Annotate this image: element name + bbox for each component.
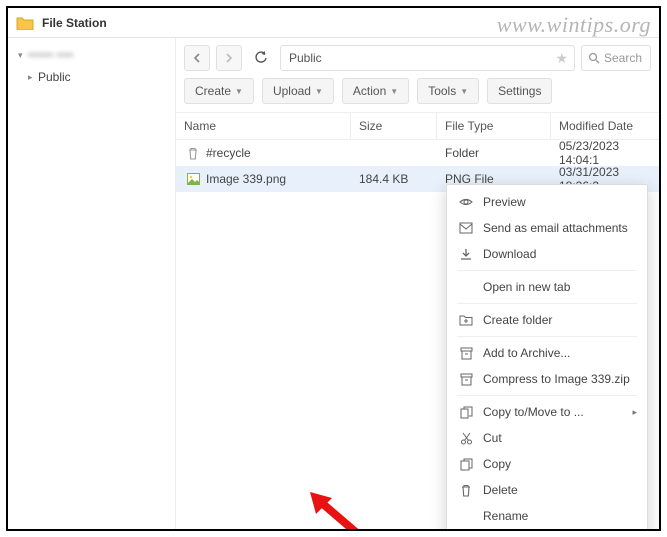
menu-item-label: Compress to Image 339.zip <box>483 372 630 386</box>
forward-button[interactable] <box>216 45 242 71</box>
path-input[interactable]: Public ★ <box>280 45 575 71</box>
menu-item-label: Download <box>483 247 536 261</box>
grid-header: Name Size File Type Modified Date <box>176 112 659 140</box>
search-icon <box>588 52 600 64</box>
menu-item-label: Delete <box>483 483 518 497</box>
cell-name: #recycle <box>206 146 251 160</box>
menu-item-download[interactable]: Download <box>447 241 647 267</box>
search-input[interactable]: Search <box>581 45 651 71</box>
menu-item-cut[interactable]: Cut <box>447 425 647 451</box>
menu-item-label: Add to Archive... <box>483 346 570 360</box>
star-icon[interactable]: ★ <box>555 50 568 67</box>
menu-item-add-to-archive[interactable]: Add to Archive... <box>447 340 647 366</box>
trash-icon <box>186 146 200 160</box>
copy-move-icon <box>459 406 473 419</box>
image-icon <box>186 172 200 186</box>
table-row[interactable]: #recycle Folder 05/23/2023 14:04:1 <box>176 140 659 166</box>
copy-icon <box>459 458 473 471</box>
menu-item-label: Open in new tab <box>483 280 570 294</box>
upload-button[interactable]: Upload▼ <box>262 78 334 104</box>
col-header-name[interactable]: Name <box>176 113 351 139</box>
sidebar-item-public[interactable]: ▸ Public <box>12 66 171 88</box>
menu-item-label: Rename <box>483 509 528 523</box>
context-menu: Preview Send as email attachments Download… <box>446 184 648 531</box>
chevron-down-icon: ▼ <box>315 87 323 96</box>
menu-item-label: Cut <box>483 431 502 445</box>
menu-item-copy-to-move-to[interactable]: Copy to/Move to ... ▸ <box>447 399 647 425</box>
cut-icon <box>459 432 473 445</box>
menu-item-label: Send as email attachments <box>483 221 628 235</box>
folder-icon <box>16 16 34 30</box>
menu-separator <box>457 395 637 396</box>
menu-item-preview[interactable]: Preview <box>447 189 647 215</box>
caret-right-icon: ▸ <box>28 72 38 83</box>
chevron-down-icon: ▼ <box>390 87 398 96</box>
titlebar: File Station <box>8 8 659 38</box>
menu-item-label: Copy <box>483 457 511 471</box>
sidebar-item-root[interactable]: ▾ •••••• •••• <box>12 44 171 66</box>
tools-button[interactable]: Tools▼ <box>417 78 479 104</box>
col-header-size[interactable]: Size <box>351 113 437 139</box>
menu-item-delete[interactable]: Delete <box>447 477 647 503</box>
menu-item-label: Copy to/Move to ... <box>483 405 584 419</box>
back-button[interactable] <box>184 45 210 71</box>
delete-icon <box>459 484 473 497</box>
path-text: Public <box>289 51 322 65</box>
col-header-date[interactable]: Modified Date <box>551 113 659 139</box>
action-button[interactable]: Action▼ <box>342 78 409 104</box>
menu-separator <box>457 270 637 271</box>
chevron-right-icon <box>225 53 233 63</box>
search-placeholder: Search <box>604 51 642 65</box>
menu-separator <box>457 303 637 304</box>
menu-item-open-in-new-tab[interactable]: Open in new tab <box>447 274 647 300</box>
menu-item-compress-to-image-339-zip[interactable]: Compress to Image 339.zip <box>447 366 647 392</box>
create-button[interactable]: Create▼ <box>184 78 254 104</box>
cell-date: 05/23/2023 14:04:1 <box>551 139 659 167</box>
sidebar-item-label: •••••• •••• <box>28 48 73 62</box>
sidebar: ▾ •••••• •••• ▸ Public <box>8 38 176 529</box>
archive-icon <box>459 373 473 386</box>
eye-icon <box>459 195 473 209</box>
folder-plus-icon <box>459 314 473 326</box>
settings-button[interactable]: Settings <box>487 78 552 104</box>
mail-icon <box>459 222 473 234</box>
col-header-type[interactable]: File Type <box>437 113 551 139</box>
menu-item-label: Preview <box>483 195 526 209</box>
menu-item-label: Create folder <box>483 313 552 327</box>
menu-separator <box>457 336 637 337</box>
chevron-right-icon: ▸ <box>632 407 637 418</box>
path-toolbar: Public ★ Search <box>176 38 659 78</box>
chevron-down-icon: ▼ <box>460 87 468 96</box>
window-title: File Station <box>42 16 107 30</box>
menu-item-rename[interactable]: Rename <box>447 503 647 529</box>
caret-down-icon: ▾ <box>18 50 28 61</box>
action-toolbar: Create▼ Upload▼ Action▼ Tools▼ Settings <box>176 78 659 112</box>
menu-item-copy[interactable]: Copy <box>447 451 647 477</box>
cell-type: Folder <box>437 146 551 160</box>
download-icon <box>459 248 473 261</box>
chevron-down-icon: ▼ <box>235 87 243 96</box>
cell-name: Image 339.png <box>206 172 286 186</box>
cell-size: 184.4 KB <box>351 172 437 186</box>
chevron-left-icon <box>193 53 201 63</box>
refresh-icon <box>254 51 268 65</box>
sidebar-item-label: Public <box>38 70 71 84</box>
archive-icon <box>459 347 473 360</box>
menu-item-send-as-email-attachments[interactable]: Send as email attachments <box>447 215 647 241</box>
refresh-button[interactable] <box>248 45 274 71</box>
menu-item-create-folder[interactable]: Create folder <box>447 307 647 333</box>
